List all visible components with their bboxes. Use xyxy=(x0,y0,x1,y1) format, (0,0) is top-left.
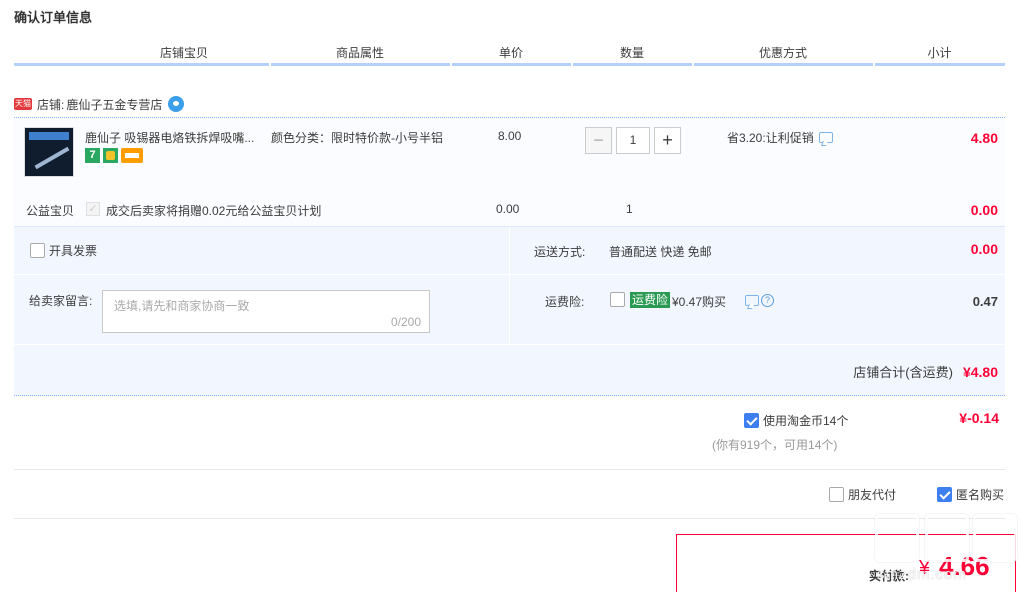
item-badges: 7 xyxy=(85,148,143,163)
shop-total-value: ¥4.80 xyxy=(962,364,998,380)
quantity-decrease-button[interactable]: − xyxy=(585,127,612,154)
insurance-label: 运费险: xyxy=(545,295,585,309)
item-unit-price: 8.00 xyxy=(498,129,522,143)
insurance-tag: 运费险 xyxy=(630,292,671,308)
quantity-increase-button[interactable]: + xyxy=(654,127,681,154)
anonymous-label: 匿名购买 xyxy=(956,488,1005,502)
friend-pay-label: 朋友代付 xyxy=(848,488,897,502)
taojinbi-discount: ¥-0.14 xyxy=(959,410,999,426)
charity-label: 公益宝贝 xyxy=(26,204,75,218)
quantity-input[interactable]: 1 xyxy=(616,127,650,154)
charity-description: 成交后卖家将捐赠0.02元给公益宝贝计划 xyxy=(106,204,322,218)
page-title: 确认订单信息 xyxy=(14,10,93,25)
item-title-link[interactable]: 鹿仙子 吸锡器电烙铁拆焊吸嘴... xyxy=(85,129,260,146)
message-label: 给卖家留言: xyxy=(29,294,93,308)
divider xyxy=(14,274,1005,275)
charity-row: 公益宝贝 ✓ 成交后卖家将捐赠0.02元给公益宝贝计划 0.00 1 0.00 xyxy=(14,199,1005,219)
column-separator xyxy=(269,62,271,66)
watermark: smzdm.com xyxy=(873,514,1021,592)
watermark-text: smzdm.com xyxy=(877,566,967,583)
insurance-icons: ? xyxy=(740,294,774,307)
quantity-stepper: − 1 + xyxy=(585,127,681,154)
message-placeholder: 选填,请先和商家协商一致 xyxy=(114,299,250,313)
column-header: 店铺宝贝 商品属性 单价 数量 优惠方式 小计 xyxy=(14,44,1005,66)
invoice-option: 开具发票 xyxy=(30,242,97,259)
column-shop-item: 店铺宝贝 xyxy=(159,46,208,60)
watermark-glyph xyxy=(925,514,969,562)
chat-icon[interactable] xyxy=(818,132,833,143)
column-discount: 优惠方式 xyxy=(758,46,807,60)
invoice-label: 开具发票 xyxy=(49,244,98,258)
column-attribute: 商品属性 xyxy=(335,46,384,60)
shipping-label: 运送方式: xyxy=(534,245,586,259)
taojinbi-option: 使用淘金币14个 xyxy=(744,412,848,429)
divider xyxy=(509,227,510,344)
anonymous-checkbox[interactable] xyxy=(937,487,952,502)
column-quantity: 数量 xyxy=(619,46,644,60)
friend-pay-checkbox[interactable] xyxy=(829,487,844,502)
message-counter: 0/200 xyxy=(390,315,421,329)
chat-icon[interactable] xyxy=(745,295,759,306)
insurance-checkbox[interactable] xyxy=(610,292,625,307)
item-attribute: 颜色分类：限时特价款-小号半铝 xyxy=(271,131,443,145)
column-subtotal: 小计 xyxy=(927,46,952,60)
anonymous-option: 匿名购买 xyxy=(937,486,1004,503)
taojinbi-balance: (你有919个，可用14个) xyxy=(712,438,838,452)
check-icon: ✓ xyxy=(86,202,100,216)
shop-name-link[interactable]: 鹿仙子五金专营店 xyxy=(66,96,162,113)
column-unit-price: 单价 xyxy=(498,46,523,60)
guarantee-icon xyxy=(103,148,118,163)
column-separator xyxy=(571,62,573,66)
shop-row: 天猫 店铺: 鹿仙子五金专营店 xyxy=(14,94,185,114)
taojinbi-label: 使用淘金币14个 xyxy=(763,414,849,428)
column-separator xyxy=(873,62,875,66)
credit-card-icon xyxy=(121,148,143,163)
promotion-text: 省3.20:让利促销 xyxy=(727,131,814,145)
tmall-icon: 天猫 xyxy=(14,98,32,110)
divider xyxy=(14,518,1005,519)
shop-label: 店铺: xyxy=(37,97,65,112)
charity-price: 0.00 xyxy=(496,202,520,216)
column-separator xyxy=(692,62,694,66)
watermark-glyph xyxy=(875,514,919,562)
taojinbi-checkbox[interactable] xyxy=(744,413,759,428)
shop-total: 店铺合计(含运费) ¥4.80 xyxy=(853,362,998,381)
shop-total-label: 店铺合计(含运费) xyxy=(853,365,953,380)
wangwang-icon[interactable] xyxy=(168,96,185,112)
item-thumbnail[interactable] xyxy=(24,127,74,177)
invoice-checkbox[interactable] xyxy=(30,243,45,258)
order-options: 开具发票 运送方式: 普通配送 快递 免邮 0.00 给卖家留言: 选填,请先和… xyxy=(14,226,1005,396)
insurance-fee: 0.47 xyxy=(972,294,998,309)
seller-message-field[interactable]: 选填,请先和商家协商一致 0/200 xyxy=(102,290,430,333)
column-separator xyxy=(450,62,452,66)
seven-day-return-icon: 7 xyxy=(85,148,100,163)
insurance-price: ¥0.47购买 xyxy=(672,295,727,309)
charity-quantity: 1 xyxy=(626,202,633,216)
item-subtotal: 4.80 xyxy=(970,130,998,146)
watermark-glyph xyxy=(973,514,1017,562)
divider xyxy=(14,344,1005,345)
divider xyxy=(14,469,1005,470)
shipping-fee: 0.00 xyxy=(970,241,998,257)
shipping-method: 普通配送 快递 免邮 xyxy=(609,245,712,259)
charity-subtotal: 0.00 xyxy=(970,202,998,218)
promotion: 省3.20:让利促销 xyxy=(727,129,833,146)
friend-pay-option: 朋友代付 xyxy=(829,486,896,503)
question-icon[interactable]: ? xyxy=(761,294,774,307)
